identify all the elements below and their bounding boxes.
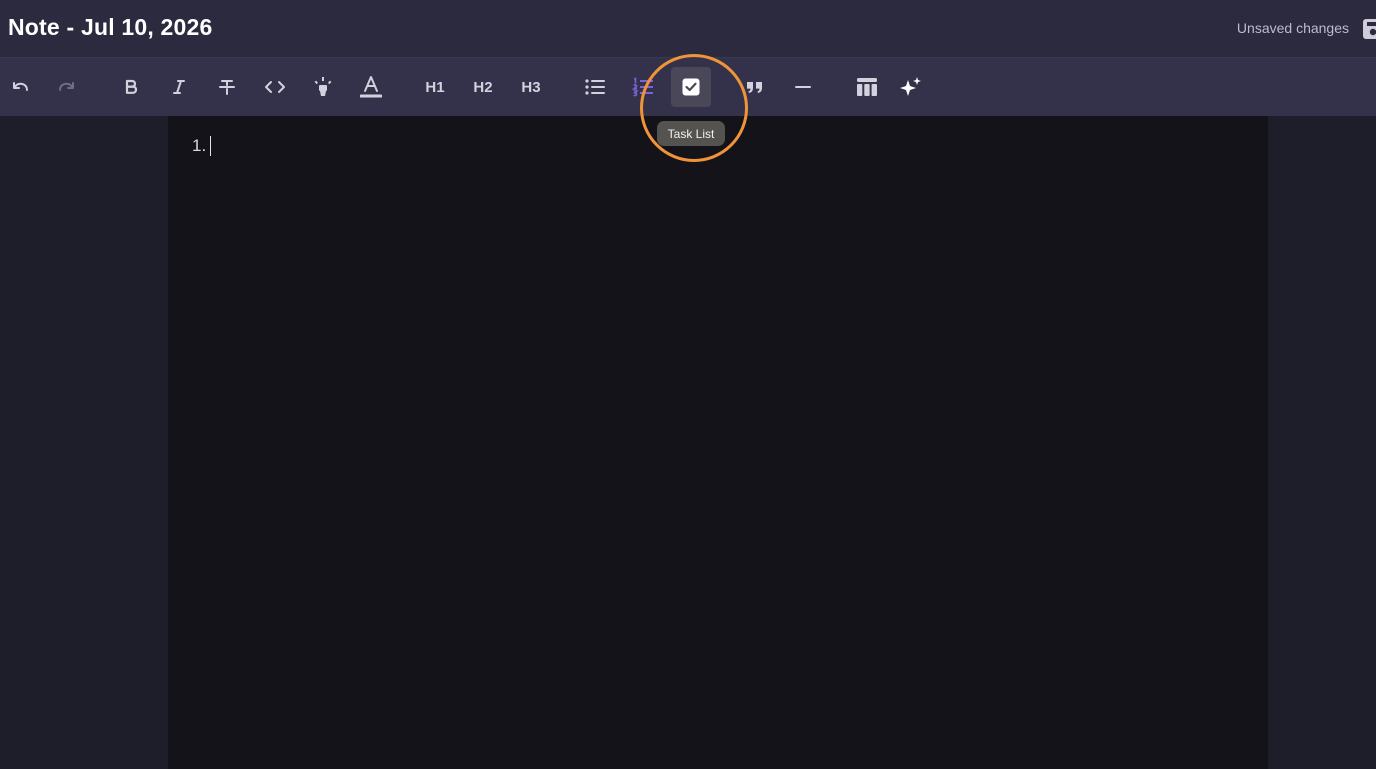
strikethrough-icon [219, 80, 235, 95]
save-status: Unsaved changes [1236, 20, 1349, 36]
note-title[interactable]: Note - Jul 10, 2026 [8, 14, 213, 41]
task-list-tooltip: Task List [657, 121, 725, 146]
ai-assist-button[interactable] [891, 67, 931, 107]
heading-2-label: H2 [473, 78, 493, 96]
code-icon [265, 81, 285, 93]
redo-button[interactable] [47, 67, 87, 107]
bullet-list-button[interactable] [575, 67, 615, 107]
code-button[interactable] [255, 67, 295, 107]
highlight-button[interactable] [303, 67, 343, 107]
ordered-list-button[interactable] [623, 67, 663, 107]
text-color-button[interactable] [351, 67, 391, 107]
list-marker: 1. [192, 136, 207, 155]
bold-button[interactable] [111, 67, 151, 107]
editor-canvas[interactable]: 1. [168, 116, 1268, 769]
app-header: Note - Jul 10, 2026 Unsaved changes [0, 0, 1376, 58]
ordered-list-item[interactable]: 1. [192, 136, 212, 156]
text-cursor [210, 136, 212, 156]
heading-1-label: H1 [425, 78, 445, 96]
horizontal-rule-button[interactable] [783, 67, 823, 107]
save-button[interactable] [1362, 18, 1376, 40]
highlighter-icon [314, 77, 332, 96]
strikethrough-button[interactable] [207, 67, 247, 107]
sparkles-icon [900, 77, 921, 96]
checkbox-icon [682, 78, 700, 96]
heading-2-button[interactable]: H2 [463, 67, 503, 107]
redo-icon [59, 82, 74, 91]
editor-area: 1. [0, 116, 1376, 769]
quote-icon [747, 82, 762, 93]
blockquote-button[interactable] [735, 67, 775, 107]
heading-3-button[interactable]: H3 [511, 67, 551, 107]
italic-icon [173, 80, 185, 94]
undo-button[interactable] [0, 67, 40, 107]
horizontal-rule-icon [795, 86, 811, 88]
bold-icon [125, 79, 138, 94]
ordered-list-icon [632, 77, 653, 97]
task-list-button[interactable] [671, 67, 711, 107]
table-icon [857, 78, 877, 96]
heading-1-button[interactable]: H1 [415, 67, 455, 107]
formatting-toolbar: H1 H2 H3 [0, 58, 1376, 116]
italic-button[interactable] [159, 67, 199, 107]
heading-3-label: H3 [521, 78, 541, 96]
text-color-icon [360, 76, 382, 98]
table-button[interactable] [847, 67, 887, 107]
bullet-list-icon [585, 79, 605, 95]
save-icon [1363, 19, 1376, 39]
undo-icon [13, 82, 28, 91]
